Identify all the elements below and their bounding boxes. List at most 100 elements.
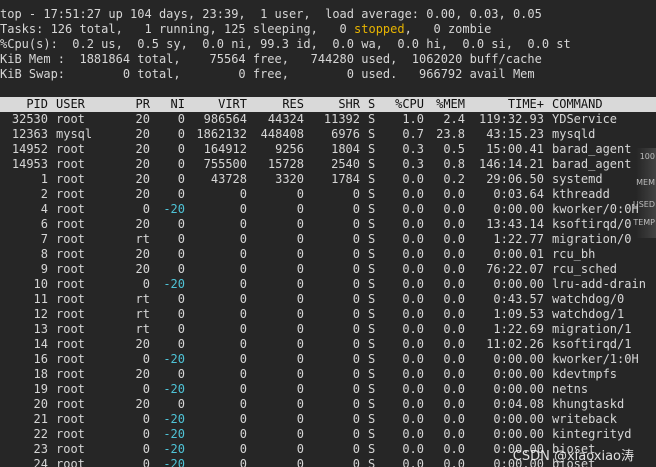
tasks-text: Tasks: 126 total, 1 running, 125 sleepin…: [0, 22, 355, 36]
cpu-cell: 0.0: [402, 442, 424, 456]
pid-cell: 9: [40, 262, 48, 276]
pid-cell: 4: [40, 202, 48, 216]
priority-cell: 20: [135, 247, 150, 261]
virt-cell: 0: [239, 367, 247, 381]
user-cell: root: [56, 172, 85, 186]
mem-cell: 0.0: [443, 232, 465, 246]
res-cell: 0: [296, 247, 304, 261]
nice-cell: 0: [177, 217, 185, 231]
cpu-cell: 0.0: [402, 397, 424, 411]
user-cell: root: [56, 292, 85, 306]
nice-cell: 0: [177, 127, 185, 141]
state-cell: S: [368, 247, 376, 261]
pid-cell: 2: [40, 187, 48, 201]
column-header-user: USER: [56, 97, 85, 111]
command-cell: barad_agent: [552, 157, 632, 171]
mem-cell: 0.2: [443, 172, 465, 186]
time-cell: 0:04.08: [493, 397, 544, 411]
res-cell: 0: [296, 262, 304, 276]
res-cell: 9256: [275, 142, 304, 156]
table-row[interactable]: 18 root 20 0 0 0 0 S 0.0 0.0 0:00.00 kdevtmpfs: [0, 367, 656, 382]
nice-cell: 0: [177, 367, 185, 381]
mem-cell: 0.0: [443, 262, 465, 276]
priority-cell: 20: [135, 217, 150, 231]
shr-cell: 0: [352, 292, 360, 306]
table-row[interactable]: 32530 root 20 0 986564 44324 11392 S 1.0 2.4 119:3…: [0, 112, 656, 127]
state-cell: S: [368, 412, 376, 426]
table-row[interactable]: 16 root 0 -20 0 0 0 S 0.0 0.0 0:00.00 kworker/1:0H: [0, 352, 656, 367]
shr-cell: 0: [352, 217, 360, 231]
table-row[interactable]: 12363 mysql 20 0 1862132 448408 6976 S 0.7 23.8 43…: [0, 127, 656, 142]
res-cell: 0: [296, 382, 304, 396]
table-row[interactable]: 6 root 20 0 0 0 0 S 0.0 0.0 13:43.14 ksoftirqd/0: [0, 217, 656, 232]
table-row[interactable]: 14 root 20 0 0 0 0 S 0.0 0.0 11:02.26 ksoftirqd/1: [0, 337, 656, 352]
state-cell: S: [368, 427, 376, 441]
nice-cell: -20: [163, 442, 185, 456]
nice-cell: 0: [177, 187, 185, 201]
table-row[interactable]: 2 root 20 0 0 0 0 S 0.0 0.0 0:03.64 kthreadd: [0, 187, 656, 202]
mem-cell: 0.5: [443, 142, 465, 156]
state-cell: S: [368, 262, 376, 276]
user-cell: root: [56, 397, 85, 411]
state-cell: S: [368, 337, 376, 351]
priority-cell: 0: [142, 352, 150, 366]
cpu-cell: 0.0: [402, 232, 424, 246]
pid-cell: 19: [33, 382, 48, 396]
cpu-cell: 0.0: [402, 277, 424, 291]
table-row[interactable]: 14952 root 20 0 164912 9256 1804 S 0.3 0.5 15:00.4…: [0, 142, 656, 157]
cpu-cell: 0.0: [402, 352, 424, 366]
priority-cell: rt: [135, 307, 150, 321]
time-cell: 0:00.00: [493, 427, 544, 441]
pid-cell: 10: [33, 277, 48, 291]
table-row[interactable]: 12 root rt 0 0 0 0 S 0.0 0.0 1:09.53 watchdog/1: [0, 307, 656, 322]
nice-cell: 0: [177, 307, 185, 321]
mem-cell: 0.0: [443, 337, 465, 351]
res-cell: 0: [296, 277, 304, 291]
shr-cell: 0: [352, 427, 360, 441]
priority-cell: 0: [142, 382, 150, 396]
virt-cell: 0: [239, 292, 247, 306]
summary-cpu-line: %Cpu(s): 0.2 us, 0.5 sy, 0.0 ni, 99.3 id…: [0, 37, 571, 51]
table-row[interactable]: 13 root rt 0 0 0 0 S 0.0 0.0 1:22.69 migration/1: [0, 322, 656, 337]
mem-cell: 0.0: [443, 457, 465, 467]
virt-cell: 0: [239, 382, 247, 396]
table-row[interactable]: 11 root rt 0 0 0 0 S 0.0 0.0 0:43.57 watchdog/0: [0, 292, 656, 307]
res-cell: 448408: [260, 127, 304, 141]
time-cell: 11:02.26: [486, 337, 544, 351]
state-cell: S: [368, 277, 376, 291]
table-row[interactable]: 22 root 0 -20 0 0 0 S 0.0 0.0 0:00.00 kintegrityd: [0, 427, 656, 442]
state-cell: S: [368, 112, 376, 126]
table-row[interactable]: 7 root rt 0 0 0 0 S 0.0 0.0 1:22.77 migration/0: [0, 232, 656, 247]
user-cell: root: [56, 157, 85, 171]
table-row[interactable]: 1 root 20 0 43728 3320 1784 S 0.0 0.2 29:06.50 syst…: [0, 172, 656, 187]
table-row[interactable]: 20 root 20 0 0 0 0 S 0.0 0.0 0:04.08 khungtaskd: [0, 397, 656, 412]
summary-uptime-line: top - 17:51:27 up 104 days, 23:39, 1 use…: [0, 7, 542, 21]
shr-cell: 11392: [323, 112, 360, 126]
column-header-pid: PID: [26, 97, 48, 111]
table-row[interactable]: 10 root 0 -20 0 0 0 S 0.0 0.0 0:00.00 lru-add-drain: [0, 277, 656, 292]
state-cell: S: [368, 457, 376, 467]
cpu-cell: 0.0: [402, 322, 424, 336]
mem-cell: 0.0: [443, 217, 465, 231]
res-cell: 0: [296, 217, 304, 231]
virt-cell: 0: [239, 397, 247, 411]
table-row[interactable]: 8 root 20 0 0 0 0 S 0.0 0.0 0:00.01 rcu_bh: [0, 247, 656, 262]
pid-cell: 20: [33, 397, 48, 411]
table-row[interactable]: 19 root 0 -20 0 0 0 S 0.0 0.0 0:00.00 netns: [0, 382, 656, 397]
cpu-cell: 0.0: [402, 187, 424, 201]
table-row[interactable]: 14953 root 20 0 755500 15728 2540 S 0.3 0.8 146:14…: [0, 157, 656, 172]
command-cell: ksoftirqd/1: [552, 337, 632, 351]
watermark-text: CSDN @xiaoxiao涛: [512, 449, 634, 464]
state-cell: S: [368, 352, 376, 366]
priority-cell: 0: [142, 412, 150, 426]
table-row[interactable]: 4 root 0 -20 0 0 0 S 0.0 0.0 0:00.00 kworker/0:0H: [0, 202, 656, 217]
user-cell: mysql: [56, 127, 93, 141]
mem-cell: 0.0: [443, 187, 465, 201]
user-cell: root: [56, 337, 85, 351]
priority-cell: 0: [142, 427, 150, 441]
table-row[interactable]: 9 root 20 0 0 0 0 S 0.0 0.0 76:22.07 rcu_sched: [0, 262, 656, 277]
time-cell: 15:00.41: [486, 142, 544, 156]
terminal-window[interactable]: top - 17:51:27 up 104 days, 23:39, 1 use…: [0, 0, 656, 467]
table-row[interactable]: 21 root 0 -20 0 0 0 S 0.0 0.0 0:00.00 writeback: [0, 412, 656, 427]
time-cell: 43:15.23: [486, 127, 544, 141]
